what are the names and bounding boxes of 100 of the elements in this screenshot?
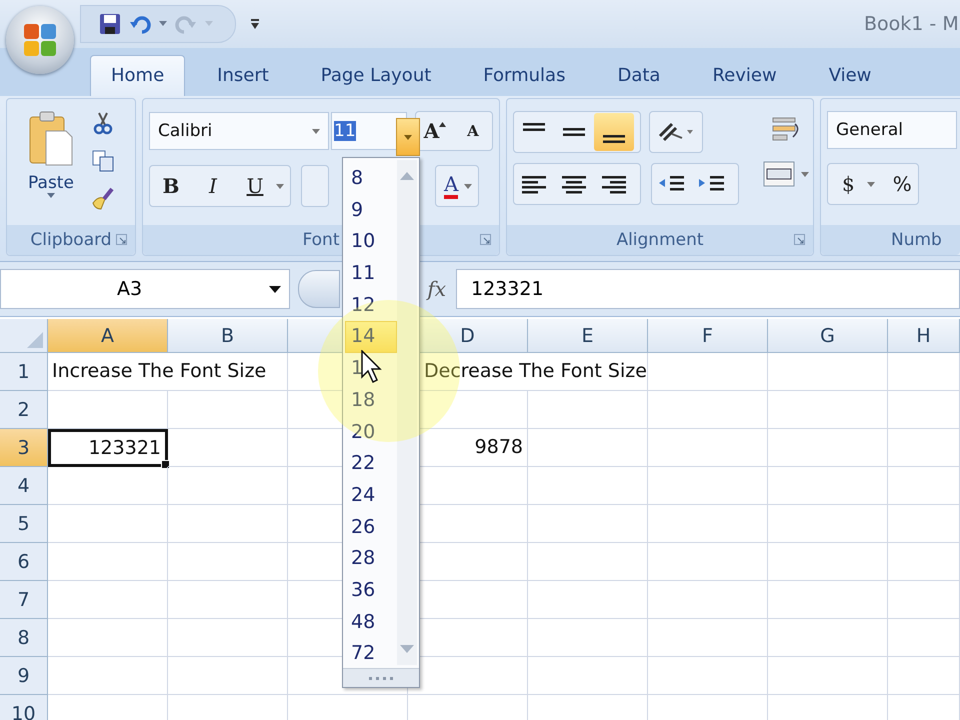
font-style-button[interactable]: U <box>234 174 276 198</box>
formula-bar-handle[interactable] <box>298 270 340 308</box>
table-cell[interactable] <box>768 619 888 657</box>
ribbon-tab[interactable]: Review <box>692 56 797 96</box>
row-header[interactable]: 2 <box>0 391 48 429</box>
table-cell[interactable] <box>648 467 768 505</box>
scroll-up-icon[interactable] <box>400 172 414 180</box>
caret-icon[interactable] <box>866 182 875 186</box>
table-cell[interactable] <box>648 391 768 429</box>
table-cell[interactable] <box>768 353 888 391</box>
select-all-button[interactable] <box>0 319 48 353</box>
bottom-align-button[interactable] <box>594 113 634 151</box>
table-cell[interactable] <box>768 581 888 619</box>
table-cell[interactable] <box>888 543 960 581</box>
table-cell[interactable] <box>648 543 768 581</box>
table-cell[interactable] <box>48 619 168 657</box>
dialog-launcher-icon[interactable] <box>116 234 127 245</box>
table-cell[interactable] <box>648 619 768 657</box>
paste-button[interactable]: Paste <box>21 105 81 219</box>
grow-font-button[interactable]: A <box>416 112 454 150</box>
insert-function-button[interactable]: fx <box>427 277 446 301</box>
row-header[interactable]: 1 <box>0 353 48 391</box>
caret-icon[interactable] <box>464 184 472 188</box>
row-header[interactable]: 6 <box>0 543 48 581</box>
table-cell[interactable] <box>888 353 960 391</box>
table-cell[interactable] <box>648 581 768 619</box>
column-header[interactable]: E <box>528 319 648 353</box>
table-cell[interactable] <box>768 543 888 581</box>
row-header[interactable]: 7 <box>0 581 48 619</box>
table-cell[interactable] <box>768 505 888 543</box>
table-cell[interactable] <box>48 391 168 429</box>
shrink-font-button[interactable]: A <box>454 112 492 150</box>
table-cell[interactable] <box>888 619 960 657</box>
resize-grip[interactable] <box>343 668 419 687</box>
table-cell[interactable] <box>48 581 168 619</box>
scissors-icon[interactable] <box>91 111 115 135</box>
list-item[interactable]: 22 <box>345 448 397 480</box>
table-cell[interactable] <box>528 505 648 543</box>
ribbon-tab[interactable]: Page Layout <box>300 56 452 96</box>
table-cell[interactable] <box>168 505 288 543</box>
row-header[interactable]: 8 <box>0 619 48 657</box>
ribbon-tab[interactable]: Formulas <box>463 56 586 96</box>
table-cell[interactable] <box>528 467 648 505</box>
table-cell[interactable] <box>888 391 960 429</box>
dialog-launcher-icon[interactable] <box>794 234 805 245</box>
table-cell[interactable] <box>528 657 648 695</box>
table-cell[interactable] <box>48 657 168 695</box>
table-cell[interactable] <box>48 543 168 581</box>
border-button[interactable] <box>301 165 329 207</box>
table-cell[interactable] <box>888 429 960 467</box>
caret-icon[interactable] <box>312 128 320 134</box>
list-item[interactable]: 20 <box>345 416 397 448</box>
table-cell[interactable] <box>888 581 960 619</box>
table-cell[interactable] <box>888 505 960 543</box>
font-color-button[interactable]: A <box>444 173 458 199</box>
row-header[interactable]: 9 <box>0 657 48 695</box>
formula-input[interactable]: 123321 <box>456 269 960 309</box>
table-cell[interactable] <box>528 391 648 429</box>
office-button[interactable] <box>6 6 74 74</box>
currency-button[interactable]: $ <box>842 172 855 196</box>
ribbon-tab[interactable]: Data <box>597 56 680 96</box>
caret-icon[interactable] <box>159 21 167 27</box>
table-cell[interactable] <box>168 429 288 467</box>
table-cell[interactable] <box>768 429 888 467</box>
save-icon[interactable] <box>99 13 121 35</box>
column-header[interactable]: A <box>48 319 168 353</box>
copy-icon[interactable] <box>91 149 115 173</box>
customize-toolbar-icon[interactable] <box>250 18 260 30</box>
list-item[interactable]: 28 <box>345 543 397 575</box>
font-style-button[interactable]: I <box>192 174 234 198</box>
column-header[interactable]: B <box>168 319 288 353</box>
table-cell[interactable] <box>168 581 288 619</box>
table-cell[interactable] <box>768 657 888 695</box>
font-name-field[interactable]: Calibri <box>149 112 329 150</box>
ribbon-tab[interactable]: View <box>808 56 892 96</box>
number-format-field[interactable]: General <box>827 111 957 149</box>
table-cell[interactable]: Increase The Font Size <box>48 353 288 391</box>
list-item[interactable]: 72 <box>345 638 397 670</box>
list-item[interactable]: 12 <box>345 290 397 322</box>
table-cell[interactable] <box>528 619 648 657</box>
brush-icon[interactable] <box>91 187 115 211</box>
ribbon-tab[interactable]: Insert <box>197 56 289 96</box>
orientation-button[interactable] <box>649 111 703 153</box>
table-cell[interactable] <box>648 657 768 695</box>
table-cell[interactable] <box>648 429 768 467</box>
list-item[interactable]: 11 <box>345 258 397 290</box>
table-cell[interactable] <box>168 619 288 657</box>
list-item[interactable]: 10 <box>345 226 397 258</box>
name-box[interactable]: A3 <box>0 269 290 309</box>
table-cell[interactable] <box>648 353 768 391</box>
row-header[interactable]: 3 <box>0 429 48 467</box>
list-item[interactable]: 36 <box>345 574 397 607</box>
table-cell[interactable] <box>48 505 168 543</box>
merge-button[interactable] <box>763 161 809 187</box>
row-header[interactable]: 5 <box>0 505 48 543</box>
table-cell[interactable]: 123321 <box>48 429 168 467</box>
column-header[interactable]: G <box>768 319 888 353</box>
table-cell[interactable] <box>768 391 888 429</box>
font-style-button[interactable]: B <box>150 174 192 198</box>
column-header[interactable]: H <box>888 319 960 353</box>
